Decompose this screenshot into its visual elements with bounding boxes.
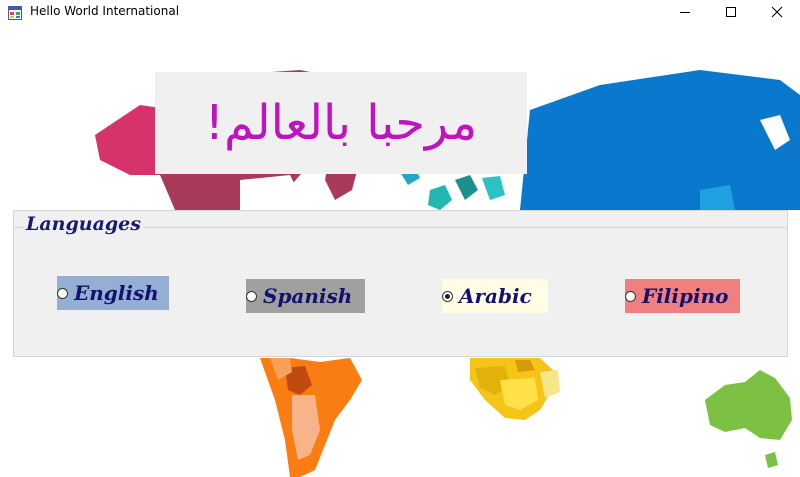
radio-english-label[interactable]: English bbox=[74, 281, 159, 305]
radio-spanish-label[interactable]: Spanish bbox=[263, 284, 352, 308]
main-window: Hello World International مرحبا بالعالم!… bbox=[0, 0, 800, 477]
title-bar[interactable]: Hello World International bbox=[0, 0, 800, 24]
minimize-button[interactable] bbox=[662, 0, 708, 24]
languages-groupbox: Languages English Spanish Arabic Filipin… bbox=[13, 210, 788, 357]
radio-spanish-indicator[interactable] bbox=[246, 290, 257, 302]
radio-arabic-label[interactable]: Arabic bbox=[459, 284, 532, 308]
maximize-button[interactable] bbox=[708, 0, 754, 24]
radio-arabic-indicator[interactable] bbox=[442, 290, 453, 302]
radio-english-indicator[interactable] bbox=[57, 287, 68, 299]
radio-english[interactable]: English bbox=[57, 276, 169, 310]
app-window-icon bbox=[8, 5, 22, 20]
hello-banner: مرحبا بالعالم! bbox=[155, 72, 527, 174]
radio-arabic[interactable]: Arabic bbox=[442, 279, 548, 313]
maximize-icon bbox=[726, 7, 736, 17]
radio-filipino-indicator[interactable] bbox=[625, 290, 636, 302]
minimize-icon bbox=[680, 12, 690, 13]
radio-filipino-label[interactable]: Filipino bbox=[642, 284, 728, 308]
close-button[interactable] bbox=[754, 0, 800, 24]
radio-spanish[interactable]: Spanish bbox=[246, 279, 365, 313]
radio-filipino[interactable]: Filipino bbox=[625, 279, 740, 313]
close-icon bbox=[771, 6, 783, 18]
languages-group-title: Languages bbox=[24, 213, 143, 235]
window-title: Hello World International bbox=[30, 4, 180, 18]
hello-text: مرحبا بالعالم! bbox=[204, 95, 478, 151]
